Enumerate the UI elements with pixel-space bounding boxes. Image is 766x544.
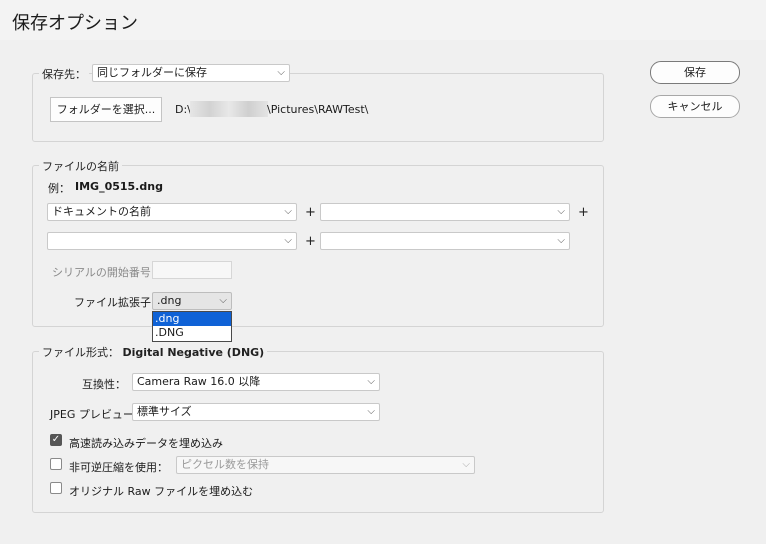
embed-raw-checkbox[interactable] xyxy=(50,482,62,494)
extension-select-value: .dng xyxy=(157,294,182,307)
file-format-legend: ファイル形式： Digital Negative (DNG) xyxy=(39,344,268,360)
lossy-compression-checkbox[interactable] xyxy=(50,458,62,470)
serial-start-input[interactable] xyxy=(152,261,232,279)
jpeg-preview-label: JPEG プレビュー： xyxy=(50,408,145,421)
lossy-compression-select[interactable]: ピクセル数を保持 ⌵ xyxy=(176,456,475,474)
embed-raw-label: オリジナル Raw ファイルを埋め込む xyxy=(69,485,254,498)
save-button[interactable]: 保存 xyxy=(650,61,740,84)
serial-start-label: シリアルの開始番号： xyxy=(52,266,162,279)
file-naming-legend: ファイルの名前 xyxy=(39,158,122,174)
chevron-down-icon: ⌵ xyxy=(557,235,565,246)
destination-select-value: 同じフォルダーに保存 xyxy=(97,66,207,79)
cancel-button[interactable]: キャンセル xyxy=(650,95,740,118)
naming-row2-field1[interactable]: ⌵ xyxy=(47,232,297,250)
chevron-down-icon: ⌵ xyxy=(367,376,375,387)
path-redacted xyxy=(190,101,268,117)
example-value: IMG_0515.dng xyxy=(75,180,163,193)
extension-dropdown-list: .dng .DNG xyxy=(152,311,232,342)
naming-row1-field2[interactable]: ⌵ xyxy=(320,203,570,221)
file-format-label: ファイル形式： xyxy=(42,346,119,359)
lossy-compression-select-value: ピクセル数を保持 xyxy=(181,458,269,471)
title-bar: 保存オプション xyxy=(0,0,766,40)
destination-label: 保存先： xyxy=(39,66,89,82)
chevron-down-icon: ⌵ xyxy=(284,235,292,246)
naming-row2-field2[interactable]: ⌵ xyxy=(320,232,570,250)
plus-sign: + xyxy=(305,234,316,249)
extension-option-dng-lower[interactable]: .dng xyxy=(153,312,231,326)
chevron-down-icon: ⌵ xyxy=(557,206,565,217)
window-title: 保存オプション xyxy=(12,13,138,34)
jpeg-preview-select-value: 標準サイズ xyxy=(137,405,192,418)
extension-label: ファイル拡張子： xyxy=(74,296,162,309)
naming-row1-field1[interactable]: ドキュメントの名前 ⌵ xyxy=(47,203,297,221)
path-suffix: \Pictures\RAWTest\ xyxy=(267,103,369,116)
example-label: 例： xyxy=(48,182,70,195)
destination-select[interactable]: 同じフォルダーに保存 ⌵ xyxy=(92,64,290,82)
path-prefix: D:\ xyxy=(175,103,191,116)
file-format-value: Digital Negative (DNG) xyxy=(122,346,265,359)
extension-option-dng-upper[interactable]: .DNG xyxy=(153,326,231,340)
chevron-down-icon: ⌵ xyxy=(277,67,285,78)
naming-row1-field1-value: ドキュメントの名前 xyxy=(52,205,151,218)
compatibility-select[interactable]: Camera Raw 16.0 以降 ⌵ xyxy=(132,373,380,391)
choose-folder-button[interactable]: フォルダーを選択... xyxy=(50,97,162,122)
chevron-down-icon: ⌵ xyxy=(367,406,375,417)
chevron-down-icon: ⌵ xyxy=(284,206,292,217)
compatibility-label: 互換性： xyxy=(82,378,126,391)
lossy-compression-label: 非可逆圧縮を使用： xyxy=(69,461,168,474)
embed-fast-load-label: 高速読み込みデータを埋め込み xyxy=(69,437,223,450)
plus-sign: + xyxy=(305,205,316,220)
chevron-down-icon: ⌵ xyxy=(462,459,470,470)
chevron-down-icon: ⌵ xyxy=(219,295,227,306)
extension-select[interactable]: .dng ⌵ xyxy=(152,292,232,310)
plus-sign: + xyxy=(578,205,589,220)
compatibility-select-value: Camera Raw 16.0 以降 xyxy=(137,375,261,388)
jpeg-preview-select[interactable]: 標準サイズ ⌵ xyxy=(132,403,380,421)
embed-fast-load-checkbox[interactable]: ✓ xyxy=(50,434,62,446)
